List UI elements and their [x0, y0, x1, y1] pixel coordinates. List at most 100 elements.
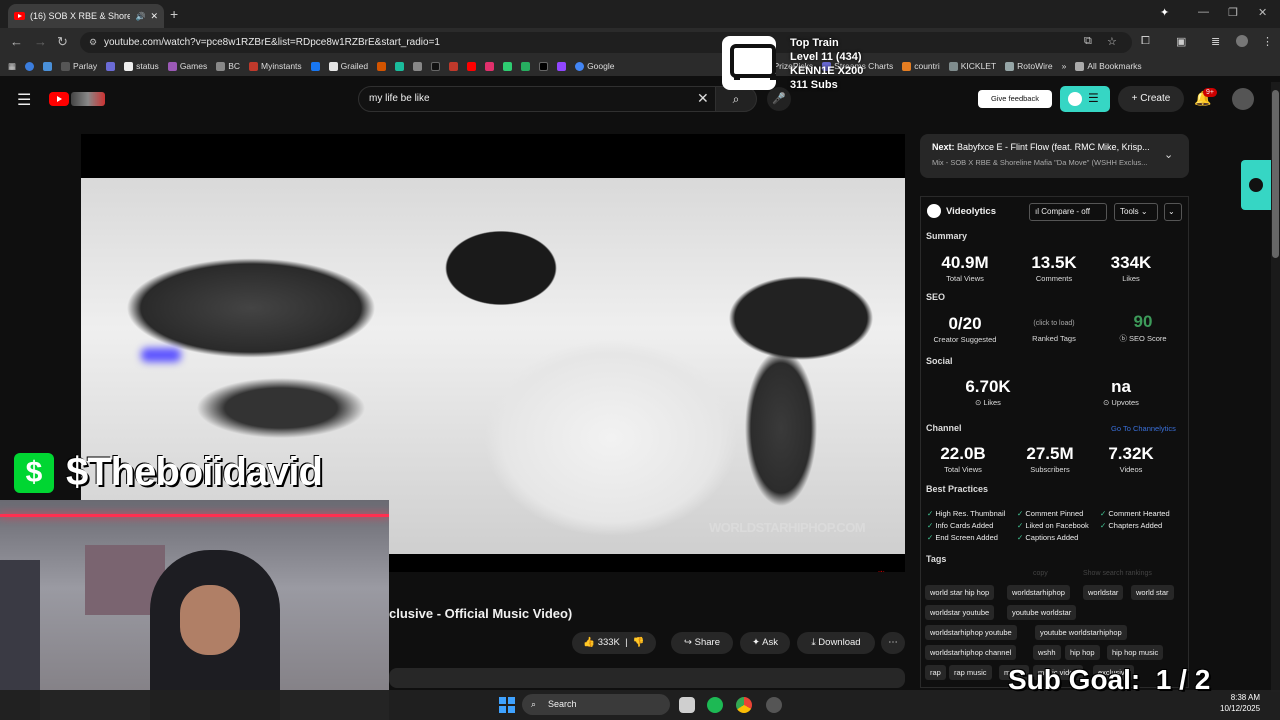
download-button[interactable]: ⤓ Download: [797, 632, 875, 654]
taskbar-search[interactable]: ⌕ Search: [522, 694, 670, 715]
new-tab-button[interactable]: +: [170, 6, 178, 22]
bookmark-icon[interactable]: [503, 61, 513, 71]
tag-chip[interactable]: worldstarhiphop youtube: [925, 625, 1017, 640]
tag-chip[interactable]: youtube worldstarhiphop: [1035, 625, 1127, 640]
tag-chip[interactable]: worldstar: [1083, 585, 1124, 600]
address-bar[interactable]: youtube.com/watch?v=pce8w1RZBrE&list=RDp…: [80, 32, 1132, 53]
chrome-icon[interactable]: [736, 697, 752, 713]
seo-ranked-tags[interactable]: (click to load) Ranked Tags: [1014, 319, 1094, 343]
gemini-icon[interactable]: ✦: [1160, 6, 1169, 19]
bookmark-countri[interactable]: countri: [902, 61, 940, 71]
panel-chevron-icon[interactable]: ⌄: [1164, 203, 1182, 221]
tags-rankings-toggle[interactable]: Show search rankings: [1083, 570, 1152, 577]
maximize-button[interactable]: ❐: [1228, 6, 1238, 19]
windows-start-icon[interactable]: [499, 697, 515, 713]
chevron-down-icon[interactable]: ⌄: [1164, 148, 1173, 161]
bookmark-icon[interactable]: [377, 61, 387, 71]
vidiq-toggle-button[interactable]: [1060, 86, 1110, 112]
app-icon[interactable]: [766, 697, 782, 713]
tags-copy-button[interactable]: copy: [1033, 570, 1048, 577]
back-button[interactable]: ←: [10, 34, 23, 49]
tag-chip[interactable]: hip hop music: [1107, 645, 1164, 660]
spotify-icon[interactable]: [707, 697, 723, 713]
extensions-icon[interactable]: ⧠: [1141, 35, 1150, 48]
vidiq-side-tab[interactable]: [1241, 160, 1271, 210]
forward-button[interactable]: →: [34, 34, 47, 49]
bookmark-icon[interactable]: [413, 61, 423, 71]
bookmark-myinstants[interactable]: Myinstants: [249, 61, 302, 71]
tools-dropdown[interactable]: Tools ⌄: [1114, 203, 1158, 221]
twitch-icon[interactable]: [557, 61, 567, 71]
video-light: [141, 348, 181, 362]
bookmark-icon[interactable]: [106, 61, 116, 71]
chrome-menu-icon[interactable]: ⋮: [1262, 35, 1273, 48]
description-box[interactable]: [389, 668, 905, 688]
menu-icon[interactable]: ☰: [17, 90, 31, 110]
bookmark-status[interactable]: status: [124, 61, 159, 71]
x-icon[interactable]: [539, 61, 549, 71]
tag-chip[interactable]: world star: [1131, 585, 1174, 600]
clear-search-icon[interactable]: ✕: [697, 90, 709, 107]
bookmark-kicklet[interactable]: KICKLET: [948, 61, 996, 71]
tag-chip[interactable]: youtube worldstar: [1007, 605, 1077, 620]
tag-chip[interactable]: worldstarhiphop channel: [925, 645, 1017, 660]
split-view-icon[interactable]: ▣: [1176, 35, 1186, 48]
ask-button[interactable]: ✦ Ask: [740, 632, 790, 654]
browser-tab[interactable]: (16) SOB X RBE & Shoreline 🔊 ✕: [8, 4, 164, 28]
apps-icon[interactable]: ▦: [8, 61, 16, 72]
reading-list-icon[interactable]: ≣: [1211, 35, 1220, 48]
task-view-icon[interactable]: [679, 697, 695, 713]
bookmark-star-icon[interactable]: ☆: [1107, 35, 1117, 48]
bookmark-bc[interactable]: BC: [216, 61, 240, 71]
bookmark-games[interactable]: Games: [167, 61, 207, 71]
reload-button[interactable]: ↻: [57, 34, 68, 50]
tag-chip[interactable]: world star hip hop: [925, 585, 995, 600]
install-icon[interactable]: ⧉: [1084, 35, 1092, 48]
compare-toggle[interactable]: ıl Compare - off: [1029, 203, 1107, 221]
give-feedback-button[interactable]: Give feedback: [978, 90, 1052, 108]
tag-chip[interactable]: wshh: [1033, 645, 1061, 660]
site-info-icon[interactable]: ⚙: [89, 37, 97, 48]
like-icon[interactable]: 👍: [583, 637, 595, 648]
more-actions-icon[interactable]: ⋯: [881, 632, 905, 654]
youtube-logo[interactable]: [49, 91, 107, 107]
tag-chip[interactable]: rap: [925, 665, 946, 680]
best-practices-heading: Best Practices: [926, 484, 989, 494]
account-avatar[interactable]: [1232, 88, 1254, 110]
bookmark-icon[interactable]: [467, 61, 477, 71]
bookmark-icon[interactable]: [449, 61, 459, 71]
minimize-button[interactable]: —: [1198, 6, 1209, 18]
bookmark-icon[interactable]: [43, 61, 53, 71]
bookmarks-overflow-icon[interactable]: »: [1062, 61, 1067, 71]
like-dislike-group[interactable]: 👍 333K | 👎: [572, 632, 656, 654]
close-window-button[interactable]: ✕: [1258, 6, 1267, 19]
share-button[interactable]: ↪ Share: [671, 632, 733, 654]
kick-icon[interactable]: [521, 61, 531, 71]
channel-watermark-icon[interactable]: ♛: [875, 568, 888, 572]
bookmark-icon[interactable]: [25, 61, 35, 71]
system-clock[interactable]: 8:38 AM 10/12/2025: [1220, 692, 1260, 714]
bookmark-icon[interactable]: [431, 61, 441, 71]
profile-avatar[interactable]: [1236, 35, 1248, 47]
up-next-card[interactable]: Next: Babyfxce E - Flint Flow (feat. RMC…: [920, 134, 1189, 178]
bookmark-rotowire[interactable]: RotoWire: [1005, 61, 1053, 71]
tag-chip[interactable]: worldstar youtube: [925, 605, 995, 620]
bookmark-grailed[interactable]: Grailed: [328, 61, 368, 71]
facebook-icon[interactable]: [310, 61, 320, 71]
bookmark-google[interactable]: Google: [575, 61, 614, 71]
voice-search-button[interactable]: 🎤: [767, 87, 791, 111]
tab-close-icon[interactable]: ✕: [150, 11, 158, 22]
create-button[interactable]: + Create: [1118, 86, 1184, 112]
dislike-icon[interactable]: 👎: [633, 637, 645, 648]
instagram-icon[interactable]: [485, 61, 495, 71]
bookmark-icon[interactable]: [395, 61, 405, 71]
tag-chip[interactable]: rap music: [949, 665, 992, 680]
search-input[interactable]: my life be like: [358, 86, 716, 112]
seo-score: 90 ⓑ SEO Score: [1119, 312, 1167, 343]
scrollbar-thumb[interactable]: [1272, 90, 1279, 258]
tag-chip[interactable]: hip hop: [1065, 645, 1100, 660]
bookmark-parlay[interactable]: Parlay: [61, 61, 97, 71]
bookmark-all[interactable]: All Bookmarks: [1075, 61, 1142, 71]
channelytics-link[interactable]: Go To Channelytics: [1111, 424, 1176, 433]
tag-chip[interactable]: worldstarhiphop: [1007, 585, 1070, 600]
